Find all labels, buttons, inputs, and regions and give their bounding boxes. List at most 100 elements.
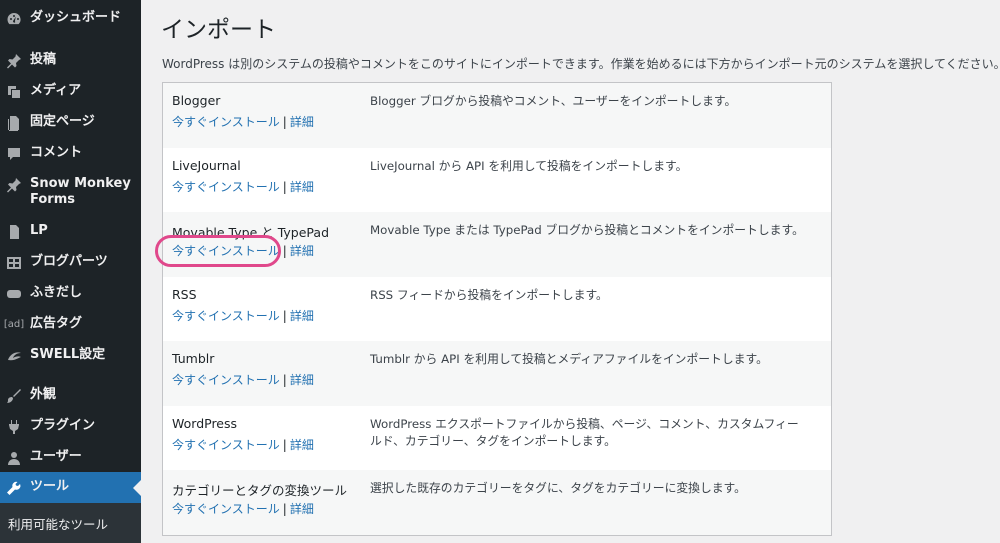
sidebar-item-comments[interactable]: コメント (0, 145, 141, 165)
sidebar-item-appearance[interactable]: 外観 (0, 387, 141, 407)
separator: | (282, 437, 287, 452)
sidebar-item-snow-monkey-forms[interactable]: Snow Monkey Forms (0, 176, 141, 212)
importer-description: Tumblr から API を利用して投稿とメディアファイルをインポートします。 (370, 352, 768, 366)
importer-actions: 今すぐインストール | 詳細 (172, 436, 314, 453)
sidebar-item-ad-tags[interactable]: [ad] 広告タグ (0, 316, 141, 336)
intro-text: WordPress は別のシステムの投稿やコメントをこのサイトにインポートできま… (162, 57, 1000, 71)
sidebar-item-label: ツール (30, 479, 70, 494)
importer-name: Movable Type と TypePad (172, 225, 330, 240)
details-link[interactable]: 詳細 (290, 502, 314, 516)
importer-actions: 今すぐインストール | 詳細 (172, 242, 314, 259)
importer-actions: 今すぐインストール | 詳細 (172, 178, 314, 195)
sidebar-item-label: LP (30, 223, 48, 238)
importer-row: RSS 今すぐインストール | 詳細 RSS フィードから投稿をインポートします。 (163, 277, 831, 342)
sidebar-item-label: Snow Monkey Forms (30, 176, 131, 207)
submenu-item-available-tools[interactable]: 利用可能なツール (8, 514, 108, 533)
admin-sidebar: ダッシュボード 投稿 メディア 固定ページ コメント Snow Monkey F… (0, 0, 141, 543)
ad-icon: [ad] (3, 319, 25, 330)
install-now-link[interactable]: 今すぐインストール (172, 309, 280, 323)
importer-row: WordPress 今すぐインストール | 詳細 WordPress エクスポートファイ… (163, 406, 831, 471)
sidebar-item-lp[interactable]: LP (0, 223, 141, 243)
sidebar-item-swell-settings[interactable]: SWELL設定 (0, 347, 141, 367)
importer-description: Blogger ブログから投稿やコメント、ユーザーをインポートします。 (370, 94, 737, 108)
sidebar-item-label: SWELL設定 (30, 347, 106, 362)
separator: | (282, 115, 287, 129)
details-link[interactable]: 詳細 (290, 309, 314, 323)
importers-table: Blogger 今すぐインストール | 詳細 Blogger ブログから投稿やコメント、… (162, 82, 832, 536)
sidebar-item-label: 外観 (30, 387, 57, 402)
sidebar-item-posts[interactable]: 投稿 (0, 52, 141, 72)
sidebar-item-label: メディア (30, 83, 82, 98)
importer-description: WordPress エクスポートファイルから投稿、ページ、コメント、カスタムフィ… (370, 416, 799, 448)
media-icon (5, 83, 23, 101)
sidebar-item-label: 投稿 (30, 52, 57, 67)
sidebar-item-media[interactable]: メディア (0, 83, 141, 103)
sidebar-item-label: 固定ページ (30, 114, 95, 129)
install-now-link[interactable]: 今すぐインストール (172, 115, 280, 129)
details-link[interactable]: 詳細 (290, 244, 314, 258)
importer-row: LiveJournal 今すぐインストール | 詳細 LiveJournal から AP… (163, 148, 831, 213)
separator: | (282, 244, 287, 258)
pin-icon (5, 52, 23, 70)
dashboard-icon (5, 10, 23, 28)
details-link[interactable]: 詳細 (290, 115, 314, 129)
importer-actions: 今すぐインストール | 詳細 (172, 113, 314, 130)
sidebar-item-fukidashi[interactable]: ふきだし (0, 285, 141, 305)
importer-description: Movable Type または TypePad ブログから投稿とコメントをイン… (370, 223, 804, 237)
brush-icon (5, 387, 23, 405)
install-now-link[interactable]: 今すぐインストール (172, 244, 280, 258)
tools-submenu: 利用可能なツール (0, 503, 141, 543)
importer-name: Blogger (172, 93, 221, 108)
install-now-link[interactable]: 今すぐインストール (172, 502, 280, 516)
importer-description: LiveJournal から API を利用して投稿をインポートします。 (370, 158, 688, 173)
install-now-link[interactable]: 今すぐインストール (172, 373, 280, 387)
sidebar-item-label: ブログパーツ (30, 254, 108, 269)
importer-row: Movable Type と TypePad 今すぐインストール | 詳細 Movabl… (163, 212, 831, 277)
separator: | (282, 179, 287, 194)
install-now-link[interactable]: 今すぐインストール (172, 180, 280, 194)
importer-name: Tumblr (172, 351, 215, 366)
sidebar-item-label: 広告タグ (30, 316, 83, 331)
wrench-icon (5, 479, 23, 497)
sidebar-item-label: ふきだし (30, 285, 83, 300)
page-icon (5, 223, 23, 241)
main-content: インポート WordPress は別のシステムの投稿やコメントをこのサイトにイン… (141, 0, 1000, 543)
page-icon (5, 114, 23, 132)
sidebar-item-label: ダッシュボード (30, 10, 122, 25)
importer-actions: 今すぐインストール | 詳細 (172, 371, 314, 388)
sidebar-item-dashboard[interactable]: ダッシュボード (0, 10, 141, 30)
importer-row: Tumblr 今すぐインストール | 詳細 Tumblr から API を利用して投稿と… (163, 341, 831, 406)
details-link[interactable]: 詳細 (290, 438, 314, 452)
swell-icon (5, 347, 23, 365)
importer-name: RSS (172, 286, 197, 302)
separator: | (282, 373, 287, 387)
importer-actions: 今すぐインストール | 詳細 (172, 307, 314, 324)
sidebar-item-plugins[interactable]: プラグイン (0, 418, 141, 438)
speech-bubble-icon (5, 285, 23, 303)
sidebar-item-users[interactable]: ユーザー (0, 449, 141, 469)
sidebar-item-label: プラグイン (30, 418, 96, 433)
importer-name: LiveJournal (172, 157, 241, 173)
importer-description: RSS フィードから投稿をインポートします。 (370, 287, 608, 302)
pin-icon (5, 176, 23, 194)
page-title: インポート (161, 17, 276, 43)
importer-name: WordPress (172, 415, 238, 431)
importer-row: カテゴリーとタグの変換ツール 今すぐインストール | 詳細 選択した既存のカテゴリーをタ… (163, 470, 831, 535)
sidebar-item-tools[interactable]: ツール (0, 472, 141, 503)
importer-row: Blogger 今すぐインストール | 詳細 Blogger ブログから投稿やコメント、… (163, 83, 831, 148)
grid-icon (5, 254, 23, 272)
sidebar-item-label: ユーザー (30, 449, 82, 464)
importer-description: 選択した既存のカテゴリーをタグに、タグをカテゴリーに変換します。 (370, 481, 746, 495)
install-now-link[interactable]: 今すぐインストール (172, 438, 280, 452)
sidebar-item-blog-parts[interactable]: ブログパーツ (0, 254, 141, 274)
separator: | (282, 502, 287, 516)
importer-actions: 今すぐインストール | 詳細 (172, 500, 314, 517)
user-icon (5, 449, 23, 467)
sidebar-item-pages[interactable]: 固定ページ (0, 114, 141, 134)
separator: | (282, 308, 287, 323)
details-link[interactable]: 詳細 (290, 373, 314, 387)
plugin-icon (5, 418, 23, 436)
comment-icon (5, 145, 23, 163)
details-link[interactable]: 詳細 (290, 180, 314, 194)
sidebar-item-label: コメント (30, 145, 83, 160)
